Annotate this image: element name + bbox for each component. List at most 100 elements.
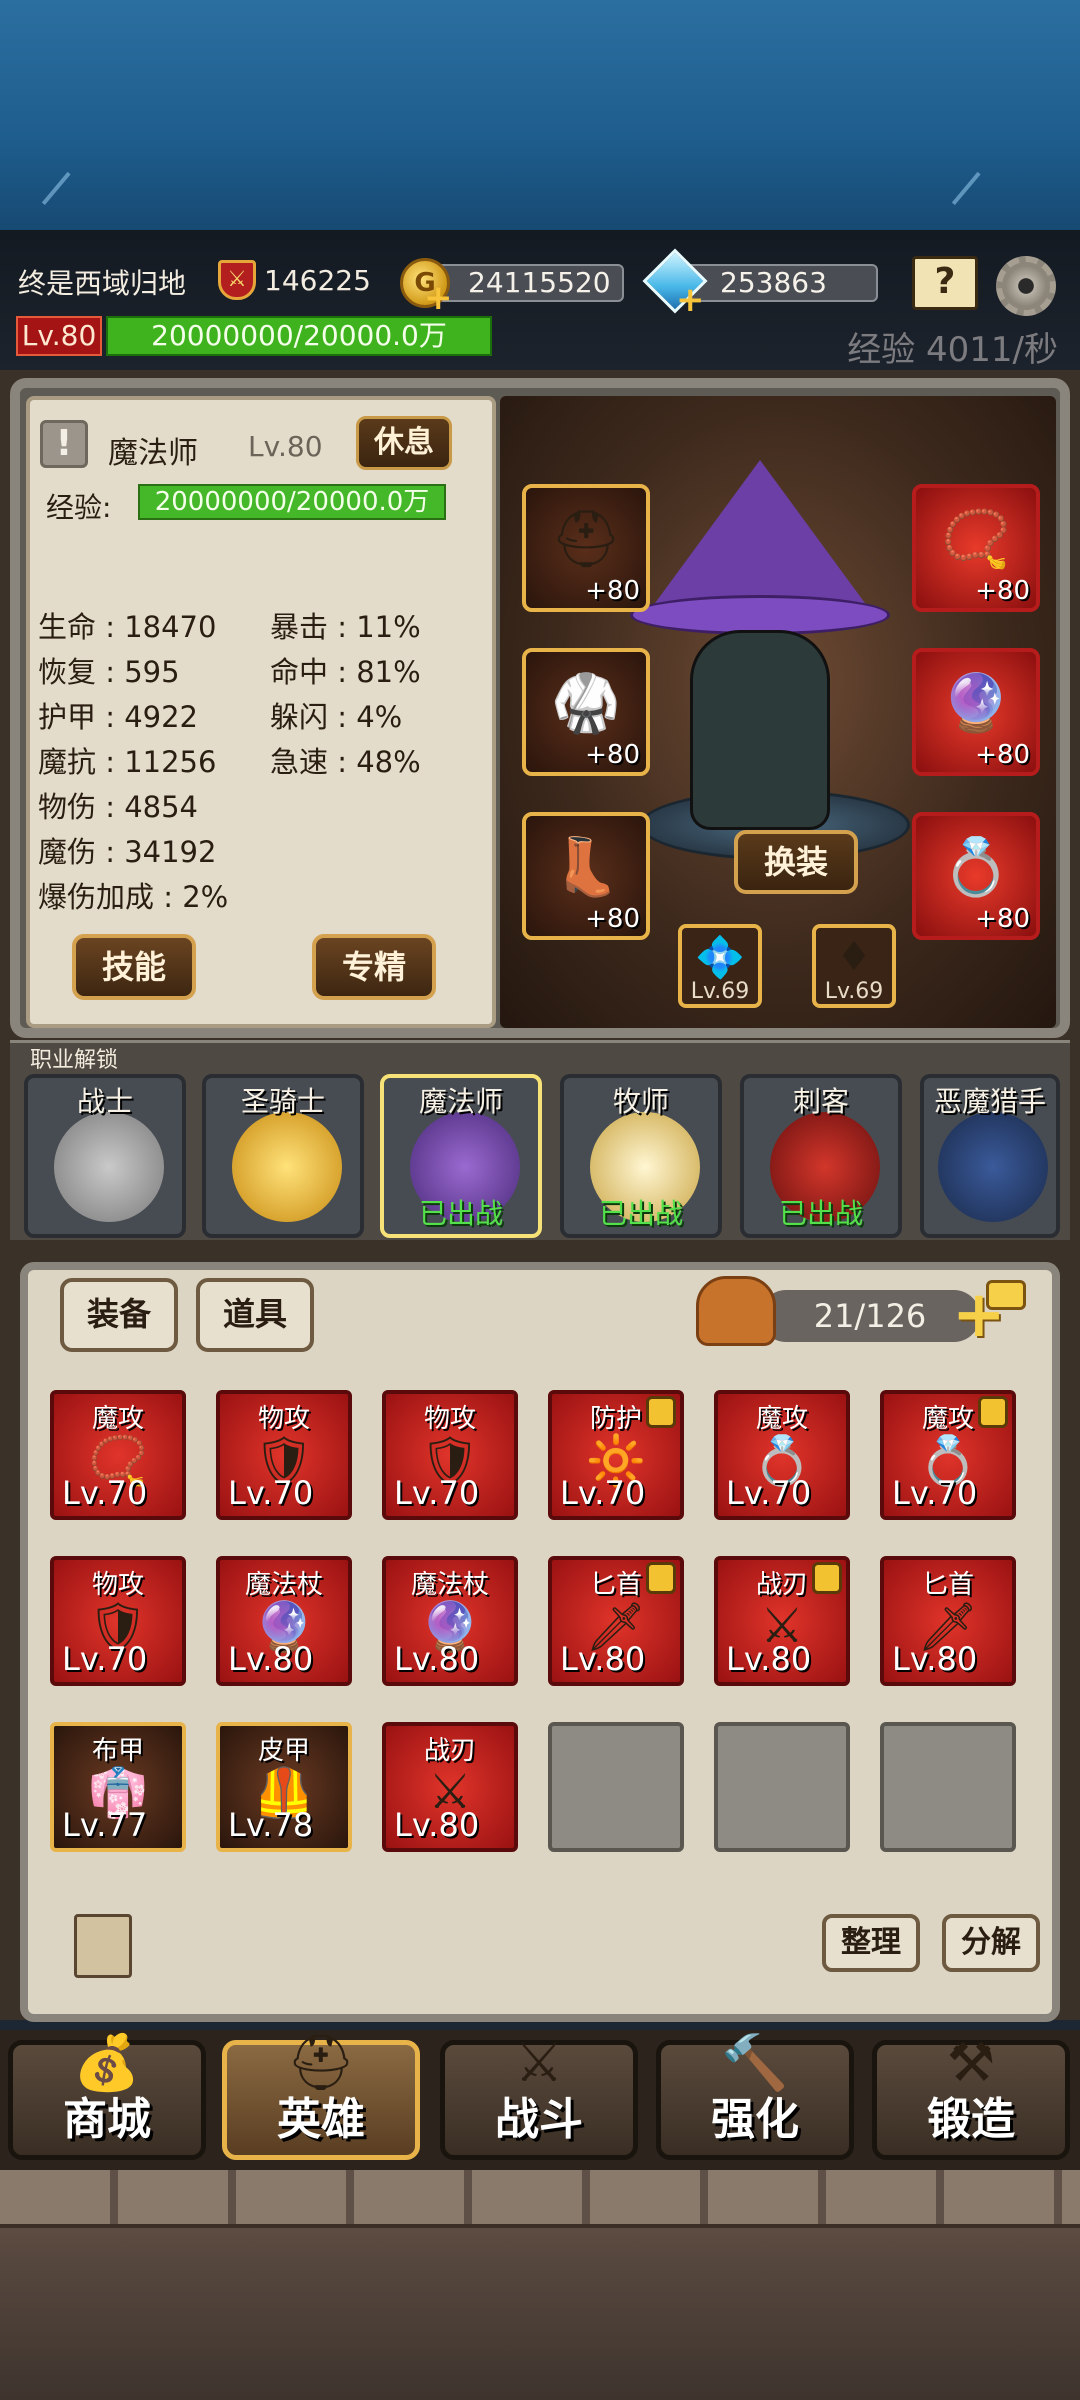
weapon-icon: 🔮 (941, 671, 1011, 736)
inventory-item[interactable]: 💍 魔攻 Lv.70 (714, 1390, 850, 1520)
sort-button[interactable]: 整理 (822, 1914, 920, 1972)
power-value: 146225 (264, 264, 371, 297)
nav-shop[interactable]: 💰 商城 (8, 2031, 206, 2160)
video-ad-icon[interactable] (986, 1280, 1026, 1310)
empty-slot[interactable] (548, 1722, 684, 1852)
empty-slot[interactable] (880, 1722, 1016, 1852)
empty-slot[interactable] (714, 1722, 850, 1852)
inventory-item[interactable]: 👘 布甲 Lv.77 (50, 1722, 186, 1852)
item-level: Lv.80 (394, 1640, 480, 1678)
item-level: Lv.77 (62, 1806, 148, 1844)
item-level: Lv.80 (228, 1640, 314, 1678)
settings-gear-icon[interactable] (996, 256, 1056, 316)
stat-physical-damage: 物伤 : 4854 (38, 790, 199, 824)
class-card-priest[interactable]: 牧师 已出战 (560, 1074, 722, 1238)
class-card-assassin[interactable]: 刺客 已出战 (740, 1074, 902, 1238)
crack-decoration (41, 171, 99, 229)
stat-regen: 恢复 : 595 (38, 655, 180, 689)
necklace-slot[interactable]: 📿 +80 (912, 484, 1040, 612)
inventory-item[interactable]: 🗡 匕首 Lv.80 (880, 1556, 1016, 1686)
ring-plus: +80 (975, 904, 1030, 934)
player-name: 终是西域归地 (18, 267, 187, 300)
change-outfit-button[interactable]: 换装 (734, 830, 858, 894)
item-type: 物攻 (91, 1570, 144, 1600)
class-card-demon-hunter[interactable]: 恶魔猎手 (920, 1074, 1060, 1238)
stat-crit-damage: 爆伤加成 : 2% (38, 880, 229, 914)
item-level: Lv.70 (892, 1474, 978, 1512)
stat-hit: 命中 : 81% (270, 655, 421, 689)
tab-items[interactable]: 道具 (196, 1278, 314, 1352)
inventory-item[interactable]: 🛡 物攻 Lv.70 (382, 1390, 518, 1520)
inventory-item[interactable]: 🔮 魔法杖 Lv.80 (216, 1556, 352, 1686)
inventory-item[interactable]: 🦺 皮甲 Lv.78 (216, 1722, 352, 1852)
exp-rate: 经验 4011/秒 (847, 330, 1058, 370)
class-card-name: 牧师 (612, 1085, 669, 1118)
class-card-warrior[interactable]: 战士 (24, 1074, 186, 1238)
class-card-status: 已出战 (598, 1197, 683, 1230)
class-card-paladin[interactable]: 圣骑士 (202, 1074, 364, 1238)
class-card-name: 战士 (76, 1085, 133, 1118)
rest-button[interactable]: 休息 (356, 416, 452, 470)
helmet-slot[interactable]: ⛑ +80 (522, 484, 650, 612)
stat-dodge: 躲闪 : 4% (270, 700, 403, 734)
specialize-button[interactable]: 专精 (312, 934, 436, 1000)
boots-slot[interactable]: 👢 +80 (522, 812, 650, 940)
inventory-item[interactable]: 🔆 防护 Lv.70 (548, 1390, 684, 1520)
item-level: Lv.70 (62, 1474, 148, 1512)
gem-level: Lv.69 (824, 979, 884, 1004)
decompose-button[interactable]: 分解 (942, 1914, 1040, 1972)
help-book-icon[interactable]: ? (912, 256, 978, 310)
wizard-hat (650, 460, 870, 610)
nav-enhance[interactable]: 🔨 强化 (656, 2031, 854, 2160)
add-diamond-icon[interactable]: + (676, 280, 705, 320)
item-type: 皮甲 (257, 1736, 310, 1766)
armor-slot[interactable]: 🥋 +80 (522, 648, 650, 776)
diamond-display[interactable]: 253863 (682, 264, 878, 302)
skills-button[interactable]: 技能 (72, 934, 196, 1000)
inventory-item[interactable]: ⚔ 战刃 Lv.80 (382, 1722, 518, 1852)
inventory-item[interactable]: 📿 魔攻 Lv.70 (50, 1390, 186, 1520)
inventory-item[interactable]: 🗡 匕首 Lv.80 (548, 1556, 684, 1686)
codex-book-icon[interactable] (74, 1914, 132, 1978)
class-unlock-label: 职业解锁 (30, 1048, 119, 1073)
boots-icon: 👢 (551, 835, 621, 900)
gold-display[interactable]: 24115520 (430, 264, 624, 302)
weapon-plus: +80 (975, 740, 1030, 770)
inventory-item[interactable]: 🛡 物攻 Lv.70 (216, 1390, 352, 1520)
hero-exp-bar: 20000000/20000.0万 (138, 484, 446, 520)
tab-equipment[interactable]: 装备 (60, 1278, 178, 1352)
item-type: 匕首 (921, 1570, 974, 1600)
hero-class-name: 魔法师 (108, 436, 198, 471)
item-level: Lv.70 (228, 1474, 314, 1512)
hero-level: Lv.80 (248, 430, 323, 463)
diamond-value: 253863 (720, 266, 827, 299)
lock-icon (978, 1396, 1008, 1428)
brick-wall (0, 2170, 1080, 2228)
stat-crit: 暴击 : 11% (270, 610, 421, 644)
nav-hero[interactable]: ⛑ 英雄 (222, 2031, 420, 2160)
add-gold-icon[interactable]: + (424, 278, 453, 318)
inventory-count: 21/126 (760, 1290, 980, 1342)
weapon-slot[interactable]: 🔮 +80 (912, 648, 1040, 776)
ring-icon: 💍 (941, 835, 1011, 900)
nav-enhance-label: 强化 (711, 2094, 799, 2145)
inventory-item[interactable]: ⚔ 战刃 Lv.80 (714, 1556, 850, 1686)
class-card-mage[interactable]: 魔法师 已出战 (380, 1074, 542, 1238)
gem-slot-blue[interactable]: 💠 Lv.69 (678, 924, 762, 1008)
blue-gem-icon: 💠 (695, 935, 745, 981)
nav-forge[interactable]: ⚒ 锻造 (872, 2031, 1070, 2160)
gem-slot-red[interactable]: ♦ Lv.69 (812, 924, 896, 1008)
inventory-item[interactable]: 🛡 物攻 Lv.70 (50, 1556, 186, 1686)
lock-icon (646, 1562, 676, 1594)
lock-icon (646, 1396, 676, 1428)
helmet-icon: ⛑ (550, 507, 622, 572)
info-icon[interactable]: ! (40, 420, 88, 468)
item-level: Lv.70 (726, 1474, 812, 1512)
item-level: Lv.78 (228, 1806, 314, 1844)
backpack-icon (696, 1276, 776, 1346)
nav-battle[interactable]: ⚔ 战斗 (440, 2031, 638, 2160)
inventory-item[interactable]: 💍 魔攻 Lv.70 (880, 1390, 1016, 1520)
item-type: 魔法杖 (244, 1570, 323, 1600)
inventory-item[interactable]: 🔮 魔法杖 Lv.80 (382, 1556, 518, 1686)
ring-slot[interactable]: 💍 +80 (912, 812, 1040, 940)
